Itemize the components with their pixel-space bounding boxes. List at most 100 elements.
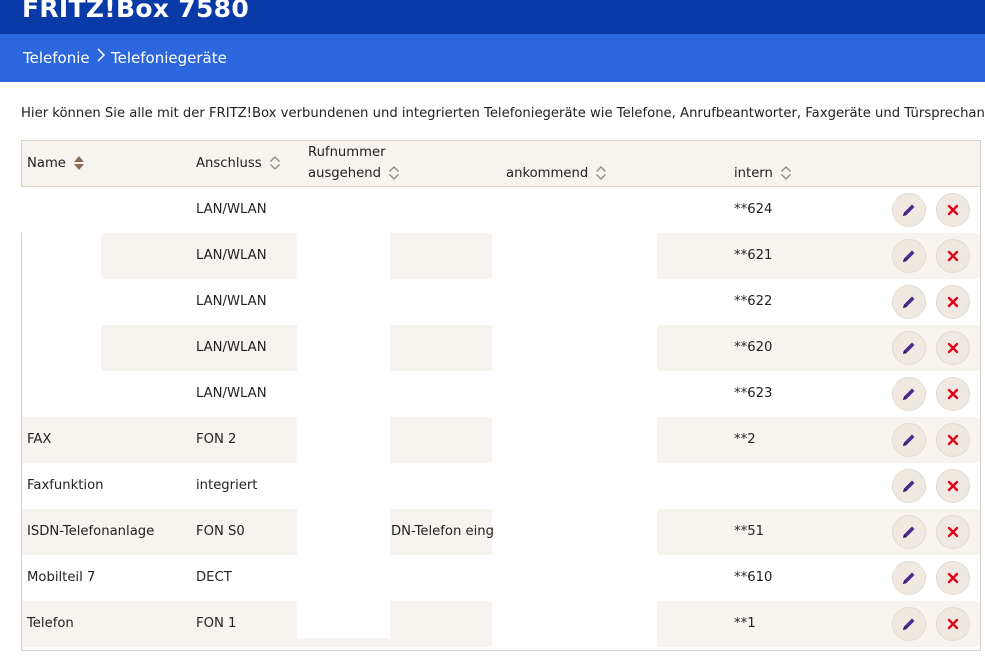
delete-button[interactable] [936, 423, 970, 457]
delete-button[interactable] [936, 607, 970, 641]
close-icon [947, 388, 959, 400]
table-row: LAN/WLAN **623 [22, 371, 980, 417]
delete-button[interactable] [936, 377, 970, 411]
sort-arrows-icon [269, 156, 280, 170]
top-header: FRITZ!Box 7580 [0, 0, 985, 34]
device-anschluss: FON 2 [196, 432, 237, 447]
header-intern[interactable]: intern [734, 165, 792, 181]
edit-button[interactable] [892, 331, 926, 365]
chevron-right-icon [97, 48, 106, 62]
close-icon [947, 296, 959, 308]
delete-button[interactable] [936, 561, 970, 595]
device-name: FAX [27, 432, 52, 447]
pencil-icon [903, 250, 915, 262]
device-anschluss: integriert [196, 478, 258, 493]
edit-button[interactable] [892, 193, 926, 227]
device-name: Telefon [27, 616, 74, 631]
delete-button[interactable] [936, 469, 970, 503]
device-intern: **624 [734, 202, 773, 217]
pencil-icon [903, 572, 915, 584]
sort-arrows-icon [596, 166, 607, 180]
device-anschluss: LAN/WLAN [196, 202, 267, 217]
close-icon [947, 250, 959, 262]
close-icon [947, 526, 959, 538]
sort-arrows-icon [389, 166, 400, 180]
header-rufnummer-label: Rufnummer [308, 145, 386, 160]
header-anschluss-label: Anschluss [196, 156, 262, 171]
table-row: LAN/WLAN **624 [20, 187, 980, 233]
pencil-icon [903, 480, 915, 492]
sort-arrows-icon [781, 166, 792, 180]
close-icon [947, 434, 959, 446]
device-intern: **2 [734, 432, 756, 447]
pencil-icon [903, 526, 915, 538]
edit-button[interactable] [892, 239, 926, 273]
delete-button[interactable] [936, 193, 970, 227]
breadcrumb: Telefonie Telefoniegeräte [0, 34, 985, 82]
edit-button[interactable] [892, 285, 926, 319]
header-intern-label: intern [734, 166, 773, 181]
pencil-icon [903, 296, 915, 308]
device-intern: **51 [734, 524, 764, 539]
device-name: ISDN-Telefonanlage [27, 524, 155, 539]
breadcrumb-telefonie[interactable]: Telefonie [23, 49, 90, 67]
header-ausgehend-label: ausgehend [308, 166, 381, 181]
device-name: Mobilteil 7 [27, 570, 96, 585]
device-anschluss: LAN/WLAN [196, 386, 267, 401]
table-row: Telefon FON 1 **1 [22, 601, 980, 647]
table-row: Faxfunktion integriert [22, 463, 980, 509]
delete-button[interactable] [936, 331, 970, 365]
breadcrumb-telefoniegeraete: Telefoniegeräte [111, 49, 227, 67]
edit-button[interactable] [892, 469, 926, 503]
table-row: ISDN-Telefonanlage FON S0 DN-Telefon ein… [22, 509, 980, 555]
table-row: LAN/WLAN **621 [22, 233, 980, 279]
delete-button[interactable] [936, 515, 970, 549]
edit-button[interactable] [892, 607, 926, 641]
table-header: Name Anschluss Rufnummer ausgehend ankom… [22, 141, 980, 187]
header-name-label: Name [27, 156, 66, 171]
device-intern: **620 [734, 340, 773, 355]
close-icon [947, 618, 959, 630]
devices-table: Name Anschluss Rufnummer ausgehend ankom… [20, 140, 981, 651]
table-row: Mobilteil 7 DECT **610 [22, 555, 980, 601]
close-icon [947, 204, 959, 216]
device-name: Faxfunktion [27, 478, 104, 493]
delete-button[interactable] [936, 285, 970, 319]
device-anschluss: DECT [196, 570, 232, 585]
table-row: LAN/WLAN **622 [22, 279, 980, 325]
header-ankommend[interactable]: ankommend [506, 165, 607, 181]
device-anschluss: LAN/WLAN [196, 340, 267, 355]
table-row: LAN/WLAN **620 [22, 325, 980, 371]
device-intern: **621 [734, 248, 773, 263]
close-icon [947, 480, 959, 492]
device-anschluss: FON S0 [196, 524, 245, 539]
edit-button[interactable] [892, 423, 926, 457]
table-row: FAX FON 2 **2 [22, 417, 980, 463]
edit-button[interactable] [892, 377, 926, 411]
device-anschluss: LAN/WLAN [196, 294, 267, 309]
device-intern: **622 [734, 294, 773, 309]
close-icon [947, 572, 959, 584]
delete-button[interactable] [936, 239, 970, 273]
device-intern: **610 [734, 570, 773, 585]
pencil-icon [903, 342, 915, 354]
device-intern: **623 [734, 386, 773, 401]
pencil-icon [903, 434, 915, 446]
pencil-icon [903, 618, 915, 630]
device-ausgehend: DN-Telefon einge [391, 524, 493, 539]
header-ankommend-label: ankommend [506, 166, 589, 181]
device-anschluss: LAN/WLAN [196, 248, 267, 263]
intro-text: Hier können Sie alle mit der FRITZ!Box v… [21, 106, 985, 121]
edit-button[interactable] [892, 561, 926, 595]
pencil-icon [903, 388, 915, 400]
header-name[interactable]: Name [27, 155, 85, 171]
device-anschluss: FON 1 [196, 616, 237, 631]
edit-button[interactable] [892, 515, 926, 549]
header-ausgehend[interactable]: ausgehend [308, 165, 400, 181]
pencil-icon [903, 204, 915, 216]
sort-active-icon [74, 156, 85, 170]
close-icon [947, 342, 959, 354]
app-title: FRITZ!Box 7580 [22, 0, 250, 23]
header-anschluss[interactable]: Anschluss [196, 155, 281, 171]
device-intern: **1 [734, 616, 756, 631]
